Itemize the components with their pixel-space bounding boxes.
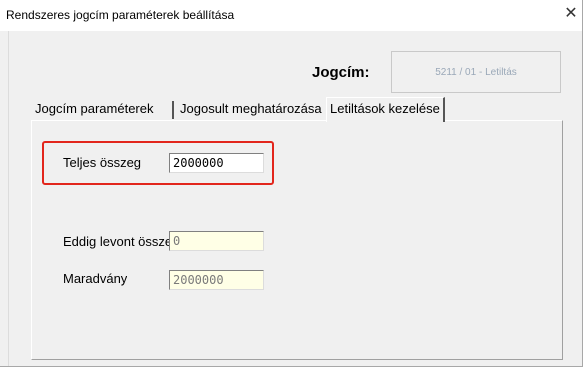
window-frame-line bbox=[8, 31, 9, 366]
tab-jogosult-meghatarozasa[interactable]: Jogosult meghatározása bbox=[177, 99, 325, 119]
jogcim-value: 5211 / 01 - Letiltás bbox=[435, 66, 517, 78]
tab-jogcim-parameterek[interactable]: Jogcím paraméterek bbox=[32, 99, 157, 119]
eddig-levont-label: Eddig levont összeg bbox=[63, 234, 170, 249]
maradvany-field: 2000000 bbox=[169, 270, 264, 290]
tab-separator bbox=[172, 101, 174, 119]
jogcim-label: Jogcím: bbox=[312, 64, 370, 81]
teljes-osszeg-label: Teljes összeg bbox=[63, 155, 142, 170]
eddig-levont-field: 0 bbox=[169, 231, 264, 251]
maradvany-label: Maradvány bbox=[63, 271, 128, 286]
window-title: Rendszeres jogcím paraméterek beállítása bbox=[6, 8, 235, 22]
teljes-osszeg-field[interactable]: 2000000 bbox=[169, 153, 264, 173]
title-bar: Rendszeres jogcím paraméterek beállítása… bbox=[0, 0, 582, 31]
dialog-window: Rendszeres jogcím paraméterek beállítása… bbox=[0, 0, 583, 367]
jogcim-value-box: 5211 / 01 - Letiltás bbox=[391, 51, 561, 93]
close-icon[interactable]: ✕ bbox=[564, 5, 578, 23]
tab-letiltasok-kezelese[interactable]: Letiltások kezelése bbox=[326, 97, 445, 122]
